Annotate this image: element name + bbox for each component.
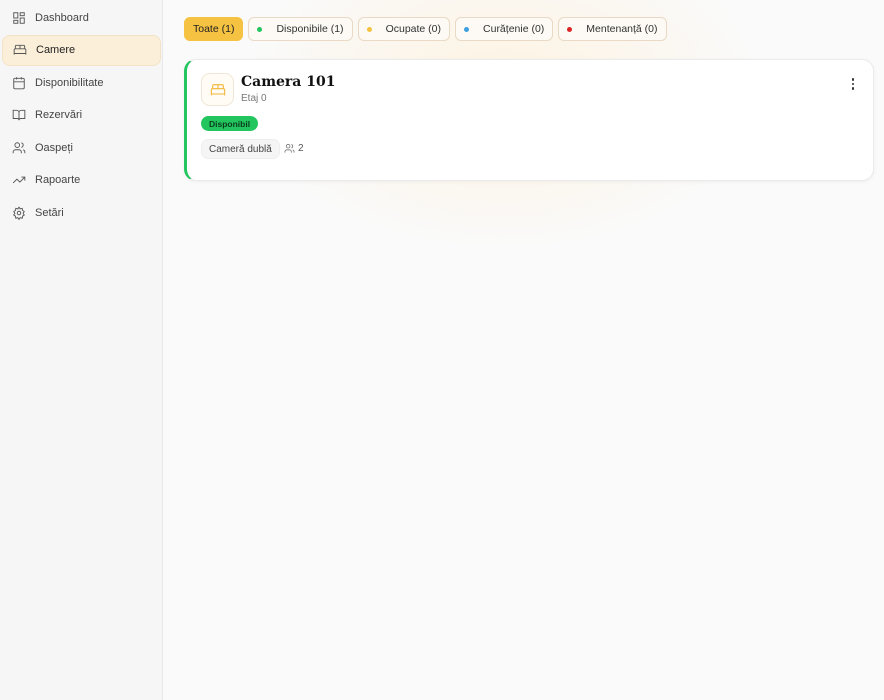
users-icon <box>284 144 295 153</box>
filter-label: Disponibile (1) <box>276 23 344 35</box>
capacity-value: 2 <box>298 143 304 154</box>
room-floor: Etaj 0 <box>241 93 267 104</box>
filter-ocupate[interactable]: Ocupate (0) <box>357 17 451 41</box>
filter-mentenanta[interactable]: Mentenanță (0) <box>558 17 667 41</box>
main-content: Toate (1) Disponibile (1) Ocupate (0) Cu… <box>163 0 884 700</box>
sidebar-item-setari[interactable]: Setări <box>2 197 161 228</box>
status-filters: Toate (1) Disponibile (1) Ocupate (0) Cu… <box>184 17 667 41</box>
bed-icon <box>201 73 234 106</box>
filter-disponibile[interactable]: Disponibile (1) <box>248 17 353 41</box>
sidebar-item-label: Camere <box>36 44 76 56</box>
filter-label: Mentenanță (0) <box>586 23 658 35</box>
room-type: Cameră dublă <box>201 139 280 159</box>
filter-toate[interactable]: Toate (1) <box>184 17 244 41</box>
filter-label: Curățenie (0) <box>483 23 545 35</box>
status-dot-icon <box>464 26 470 32</box>
dashboard-icon <box>13 11 25 24</box>
filter-curatenie[interactable]: Curățenie (0) <box>455 17 554 41</box>
calendar-icon <box>13 76 25 89</box>
sidebar-item-rapoarte[interactable]: Rapoarte <box>2 165 161 196</box>
users-icon <box>12 141 26 153</box>
sidebar-item-dashboard[interactable]: Dashboard <box>2 2 161 33</box>
sidebar-item-label: Dashboard <box>35 11 89 24</box>
sidebar-item-label: Rezervări <box>35 109 83 121</box>
status-dot-icon <box>366 26 372 32</box>
room-capacity: 2 <box>284 143 304 154</box>
sidebar-item-label: Oaspeți <box>35 141 73 154</box>
status-dot-icon <box>567 26 573 32</box>
sidebar-item-label: Disponibilitate <box>35 76 104 89</box>
filter-label: Toate (1) <box>193 23 235 35</box>
room-card[interactable]: Camera 101 Etaj 0 Disponibil Cameră dubl… <box>184 59 874 181</box>
sidebar: Dashboard Camere Disponibilitate Rezervă… <box>0 0 163 700</box>
sidebar-item-rezervari[interactable]: Rezervări <box>2 100 161 131</box>
status-badge: Disponibil <box>201 116 259 131</box>
filter-label: Ocupate (0) <box>385 23 442 35</box>
bed-icon <box>13 44 27 55</box>
sidebar-item-disponibilitate[interactable]: Disponibilitate <box>2 67 161 98</box>
sidebar-item-oaspeti[interactable]: Oaspeți <box>2 132 161 163</box>
sidebar-item-camere[interactable]: Camere <box>2 34 161 66</box>
more-options-icon[interactable] <box>847 76 859 92</box>
sidebar-item-label: Setări <box>35 206 64 219</box>
room-name: Camera 101 <box>241 74 336 90</box>
status-dot-icon <box>257 26 263 32</box>
trending-up-icon <box>12 176 26 184</box>
book-icon <box>12 109 26 121</box>
gear-icon <box>13 205 25 220</box>
sidebar-item-label: Rapoarte <box>35 174 81 186</box>
